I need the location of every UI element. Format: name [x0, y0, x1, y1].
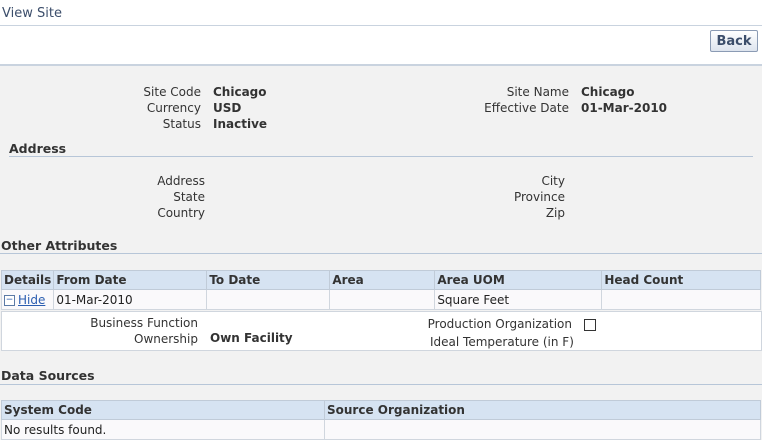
- column-header: Area UOM: [434, 270, 603, 290]
- ownership-label: Ownership: [134, 332, 198, 346]
- collapse-icon[interactable]: −: [4, 294, 15, 306]
- address-section-rule: [9, 156, 753, 157]
- status-label: Status: [162, 117, 201, 131]
- zip-label: Zip: [545, 206, 565, 220]
- column-header: System Code: [1, 400, 325, 420]
- province-label: Province: [513, 190, 565, 204]
- business-function-label: Business Function: [90, 316, 198, 330]
- page-title: View Site: [2, 6, 62, 21]
- empty-message-cell: No results found.: [1, 419, 325, 440]
- city-label: City: [541, 174, 565, 188]
- from-date-cell: 01-Mar-2010: [53, 289, 208, 310]
- ideal-temperature-label: Ideal Temperature (in F): [430, 335, 574, 349]
- hide-details-link[interactable]: Hide: [18, 293, 45, 307]
- country-label: Country: [157, 206, 205, 220]
- production-organization-label: Production Organization: [427, 317, 572, 331]
- details-cell: − Hide: [0, 289, 55, 310]
- back-button[interactable]: Back: [710, 30, 758, 52]
- title-divider: [0, 25, 762, 26]
- data-sources-title: Data Sources: [1, 368, 95, 383]
- empty-cell: [324, 419, 761, 440]
- data-sources-table: System Code Source Organization No resul…: [1, 400, 761, 440]
- other-attributes-table: Details From Date To Date Area Area UOM …: [0, 270, 761, 310]
- column-header: To Date: [206, 270, 331, 290]
- table-row: No results found.: [1, 419, 761, 440]
- address-section-title: Address: [9, 141, 67, 156]
- area-cell: [329, 289, 436, 310]
- table-header-row: Details From Date To Date Area Area UOM …: [0, 270, 761, 290]
- column-header: Source Organization: [324, 400, 761, 420]
- table-header-row: System Code Source Organization: [1, 400, 761, 420]
- address-label: Address: [157, 174, 205, 188]
- production-organization-checkbox[interactable]: [584, 319, 596, 331]
- table-row: − Hide 01-Mar-2010 Square Feet: [0, 289, 761, 310]
- data-sources-rule: [0, 384, 762, 385]
- column-header: Head Count: [601, 270, 761, 290]
- site-name-value: Chicago: [581, 85, 635, 99]
- column-header: From Date: [53, 270, 208, 290]
- status-value: Inactive: [213, 117, 268, 131]
- site-code-label: Site Code: [143, 85, 201, 99]
- effective-date-label: Effective Date: [484, 101, 569, 115]
- currency-value: USD: [213, 101, 242, 115]
- other-attributes-rule: [0, 253, 762, 254]
- ownership-value: Own Facility: [210, 331, 293, 345]
- to-date-cell: [206, 289, 331, 310]
- state-label: State: [173, 190, 205, 204]
- site-name-label: Site Name: [506, 85, 569, 99]
- other-attributes-title: Other Attributes: [1, 238, 118, 253]
- site-code-value: Chicago: [213, 85, 267, 99]
- column-header: Details: [0, 270, 55, 290]
- column-header: Area: [329, 270, 436, 290]
- currency-label: Currency: [146, 101, 201, 115]
- effective-date-value: 01-Mar-2010: [581, 101, 668, 115]
- area-uom-cell: Square Feet: [434, 289, 603, 310]
- head-count-cell: [601, 289, 761, 310]
